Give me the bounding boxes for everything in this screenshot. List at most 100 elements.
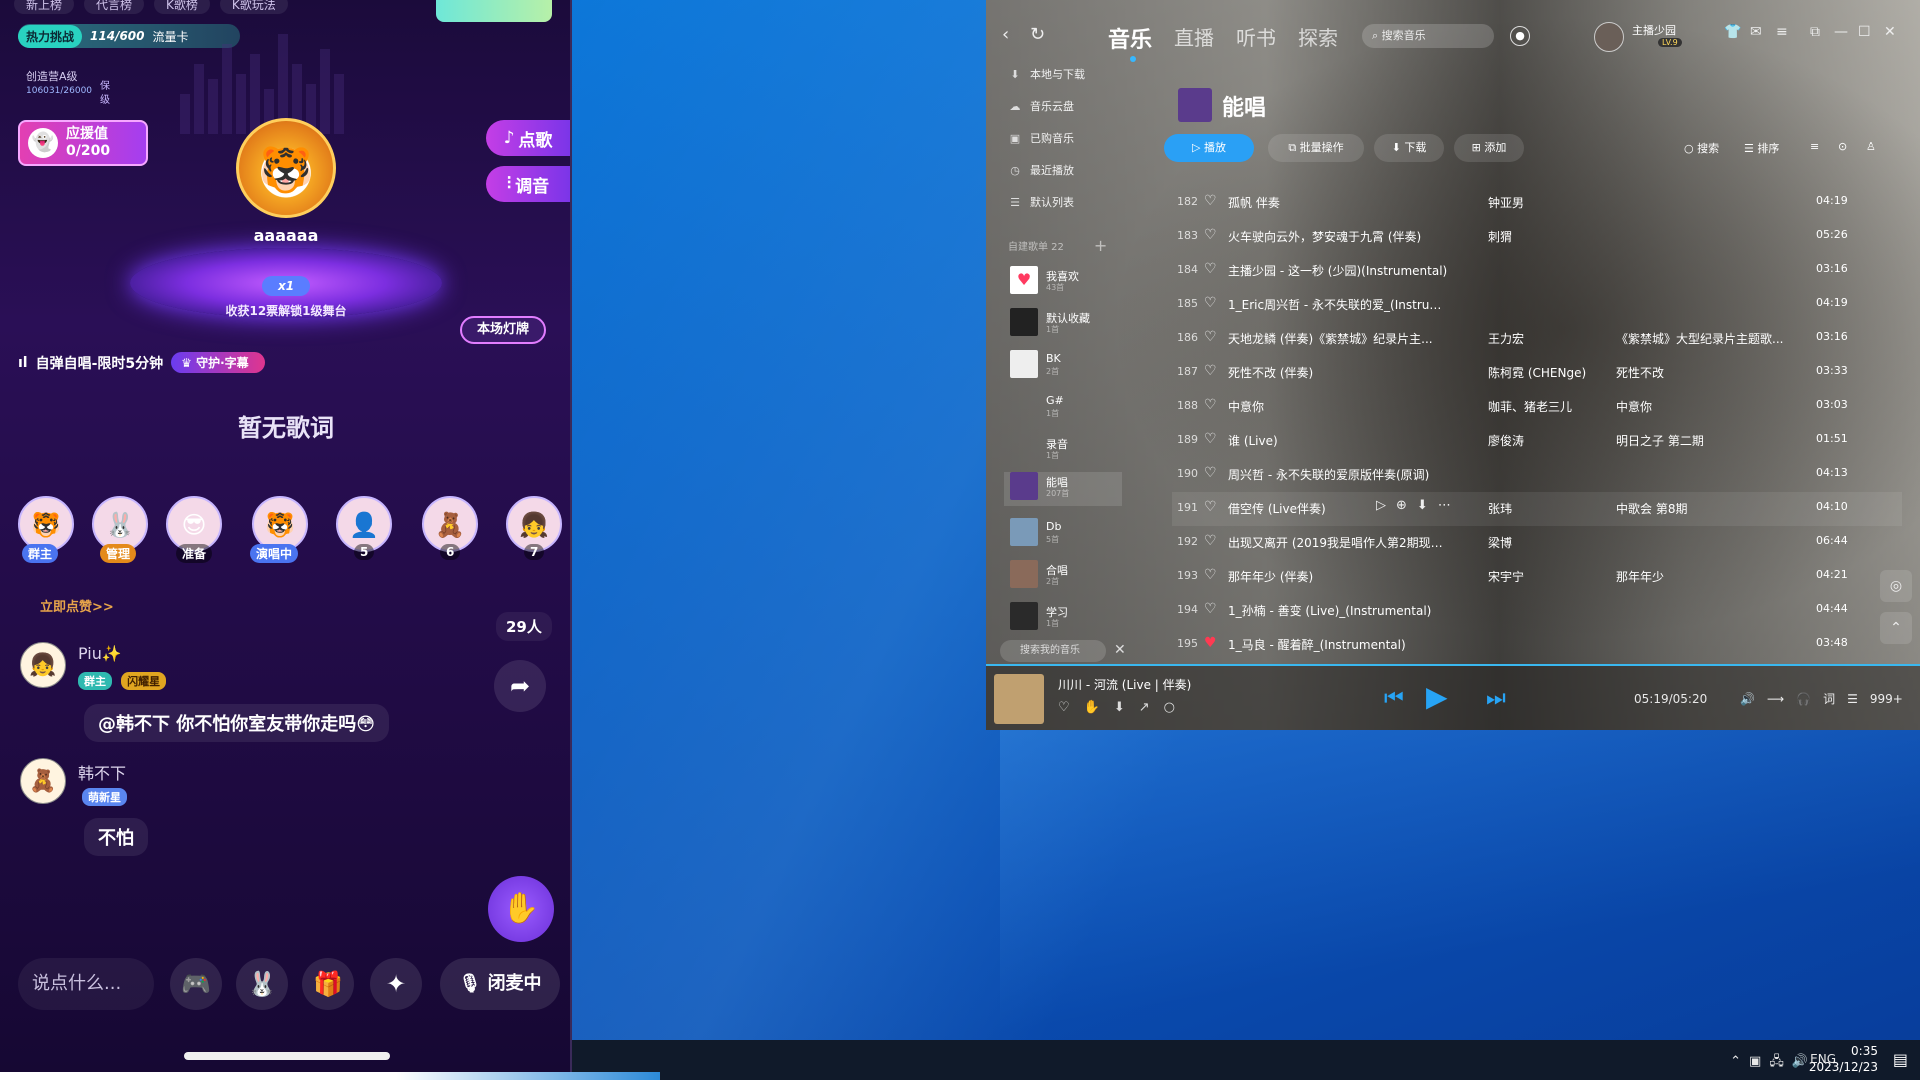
heart-icon[interactable]: ♥ bbox=[1204, 635, 1217, 651]
user-icon[interactable]: ♙ bbox=[1866, 140, 1876, 153]
playlist-item[interactable]: 学习 1首 bbox=[1010, 602, 1120, 636]
heart-icon[interactable]: ♡ bbox=[1204, 465, 1217, 481]
playlist-item[interactable]: ♥ 我喜欢 43首 bbox=[1010, 266, 1120, 300]
playlist-item[interactable]: 默认收藏 1首 bbox=[1010, 308, 1120, 342]
share-icon[interactable]: ➦ bbox=[494, 660, 546, 712]
clock[interactable]: 0:35 2023/12/23 bbox=[1809, 1043, 1878, 1075]
heart-icon[interactable]: ♡ bbox=[1204, 227, 1217, 243]
song-artist[interactable]: 廖俊涛 bbox=[1488, 432, 1598, 449]
add-playlist-icon[interactable]: + bbox=[1094, 236, 1107, 255]
support-value-card[interactable]: 👻 应援值 0/200 bbox=[18, 120, 148, 166]
download-button[interactable]: ⬇ 下载 bbox=[1374, 134, 1444, 162]
sidebar-item-purchased[interactable]: ▣ 已购音乐 bbox=[1008, 130, 1074, 146]
close-search-icon[interactable]: ✕ bbox=[1114, 642, 1126, 658]
close-icon[interactable]: ✕ bbox=[1884, 24, 1896, 40]
song-row[interactable]: 188 ♡ 中意你 咖菲、猪老三儿 中意你 03:03 bbox=[1172, 390, 1902, 424]
promo-link[interactable]: 立即点赞>> bbox=[40, 596, 114, 615]
song-album[interactable]: 中歌会 第8期 bbox=[1616, 500, 1786, 517]
notification-icon[interactable]: ▤ bbox=[1893, 1050, 1908, 1069]
song-row-hovered[interactable]: 191 ♡ 借空传 (Live伴奏) ▷⊕⬇⋯ 张玮 中歌会 第8期 04:10 bbox=[1172, 492, 1902, 526]
heart-icon[interactable]: ♡ bbox=[1204, 193, 1217, 209]
like-icon[interactable]: ♡ bbox=[1058, 700, 1084, 715]
song-album[interactable]: 中意你 bbox=[1616, 398, 1786, 415]
tab-live[interactable]: 直播 bbox=[1174, 22, 1214, 51]
song-artist[interactable]: 梁博 bbox=[1488, 534, 1598, 551]
my-music-search-input[interactable]: 搜索我的音乐 bbox=[1000, 640, 1106, 662]
scroll-top-icon[interactable]: ⌃ bbox=[1880, 612, 1912, 644]
song-title[interactable]: 1_马良 - 醒着醉_(Instrumental) bbox=[1228, 636, 1448, 653]
song-title[interactable]: 出现又离开 (2019我是唱作人第2期现场伴... bbox=[1228, 534, 1448, 551]
song-row[interactable]: 194 ♡ 1_孙楠 - 善变 (Live)_(Instrumental) 04:44 bbox=[1172, 594, 1902, 628]
song-album[interactable]: 死性不改 bbox=[1616, 364, 1786, 381]
song-album[interactable]: 《紫禁城》大型纪录片主题歌... bbox=[1616, 330, 1786, 347]
song-artist[interactable]: 钟亚男 bbox=[1488, 194, 1598, 211]
maximize-icon[interactable]: ☐ bbox=[1858, 24, 1871, 40]
refresh-icon[interactable]: ↻ bbox=[1030, 24, 1045, 45]
home-indicator[interactable] bbox=[184, 1052, 390, 1060]
chat-avatar[interactable]: 👧 bbox=[20, 642, 66, 688]
guard-subtitle-badge[interactable]: ♛ 守护·字幕 bbox=[171, 352, 265, 373]
play-icon[interactable]: ▷ bbox=[1376, 498, 1396, 513]
loop-icon[interactable]: ⟶ bbox=[1767, 692, 1796, 706]
song-row[interactable]: 183 ♡ 火车驶向云外，梦安魂于九霄 (伴奏) 刺猬 05:26 bbox=[1172, 220, 1902, 254]
song-row[interactable]: 184 ♡ 主播少园 - 这一秒 (少园)(Instrumental) 03:16 bbox=[1172, 254, 1902, 288]
song-title[interactable]: 那年年少 (伴奏) bbox=[1228, 568, 1448, 585]
headphone-icon[interactable]: 🎧 bbox=[1796, 692, 1823, 706]
mini-mode-icon[interactable]: ⧉ bbox=[1810, 24, 1820, 40]
audience-count[interactable]: 29人 bbox=[496, 612, 552, 641]
song-title[interactable]: 1_孙楠 - 善变 (Live)_(Instrumental) bbox=[1228, 602, 1448, 619]
playlist-item-selected[interactable]: 能唱 207首 bbox=[1004, 472, 1122, 506]
next-icon[interactable]: ⏭ bbox=[1486, 686, 1506, 711]
song-title[interactable]: 火车驶向云外，梦安魂于九霄 (伴奏) bbox=[1228, 228, 1448, 245]
user-avatar[interactable] bbox=[1594, 22, 1624, 52]
tab-explore[interactable]: 探索 bbox=[1298, 22, 1338, 51]
mic-off-button[interactable]: 🎙 闭麦中 bbox=[440, 958, 560, 1010]
song-title[interactable]: 1_Eric周兴哲 - 永不失联的爱_(Instrument... bbox=[1228, 296, 1448, 313]
back-icon[interactable]: ‹ bbox=[1002, 24, 1009, 45]
user-name[interactable]: 主播少园 bbox=[1632, 22, 1676, 38]
song-title[interactable]: 主播少园 - 这一秒 (少园)(Instrumental) bbox=[1228, 262, 1448, 279]
playlist-item[interactable]: G# 1首 bbox=[1010, 392, 1120, 426]
rank-info[interactable]: 创造营A级 106031/26000 保级 bbox=[26, 70, 110, 106]
heart-icon[interactable]: ♡ bbox=[1204, 397, 1217, 413]
tab-audiobook[interactable]: 听书 bbox=[1236, 22, 1276, 51]
network-icon[interactable]: 🖧 bbox=[1769, 1054, 1792, 1069]
heart-icon[interactable]: ♡ bbox=[1204, 295, 1217, 311]
app-tray-icon[interactable]: ▣ bbox=[1749, 1054, 1769, 1069]
heart-icon[interactable]: ♡ bbox=[1204, 499, 1217, 515]
song-row[interactable]: 192 ♡ 出现又离开 (2019我是唱作人第2期现场伴... 梁博 06:44 bbox=[1172, 526, 1902, 560]
song-row[interactable]: 185 ♡ 1_Eric周兴哲 - 永不失联的爱_(Instrument... 04:… bbox=[1172, 288, 1902, 322]
skin-icon[interactable]: 👕 bbox=[1724, 24, 1741, 40]
playlist-item[interactable]: Db 5首 bbox=[1010, 518, 1120, 552]
song-title[interactable]: 周兴哲 - 永不失联的爱原版伴奏(原调) bbox=[1228, 466, 1448, 483]
heart-icon[interactable]: ♡ bbox=[1204, 261, 1217, 277]
voice-search-icon[interactable]: ● bbox=[1510, 26, 1530, 46]
song-row[interactable]: 187 ♡ 死性不改 (伴奏) 陈柯霓 (CHENge) 死性不改 03:33 bbox=[1172, 356, 1902, 390]
heart-icon[interactable]: ♡ bbox=[1204, 431, 1217, 447]
list-view-icon[interactable]: ≡ bbox=[1810, 140, 1819, 153]
song-artist[interactable]: 宋宇宁 bbox=[1488, 568, 1598, 585]
song-artist[interactable]: 咖菲、猪老三儿 bbox=[1488, 398, 1598, 415]
now-playing-cover[interactable] bbox=[994, 674, 1044, 724]
menu-icon[interactable]: ≡ bbox=[1776, 24, 1788, 40]
host-avatar[interactable]: 🐯 bbox=[236, 118, 336, 218]
heart-icon[interactable]: ♡ bbox=[1204, 363, 1217, 379]
playlist-item[interactable]: 合唱 2首 bbox=[1010, 560, 1120, 594]
add-button[interactable]: ⊞ 添加 bbox=[1454, 134, 1524, 162]
sidebar-item-local[interactable]: ⬇ 本地与下载 bbox=[1008, 66, 1085, 82]
chat-username[interactable]: 韩不下 bbox=[78, 760, 126, 784]
heart-icon[interactable]: ♡ bbox=[1204, 567, 1217, 583]
order-song-button[interactable]: ♪ 点歌 bbox=[486, 120, 570, 156]
sidebar-item-recent[interactable]: ◷ 最近播放 bbox=[1008, 162, 1074, 178]
bunny-sticker-icon[interactable]: 🐰 bbox=[236, 958, 288, 1010]
heart-icon[interactable]: ♡ bbox=[1204, 601, 1217, 617]
tab-new-list[interactable]: 新上榜 bbox=[14, 0, 75, 14]
batch-button[interactable]: ⧉ 批量操作 bbox=[1268, 134, 1364, 162]
song-row[interactable]: 195 ♥ 1_马良 - 醒着醉_(Instrumental) 03:48 bbox=[1172, 628, 1902, 662]
sort-button[interactable]: ☰ 排序 bbox=[1744, 140, 1779, 156]
song-title[interactable]: 谁 (Live) bbox=[1228, 432, 1448, 449]
gift-icon[interactable]: 🎁 bbox=[302, 958, 354, 1010]
gamepad-icon[interactable]: 🎮 bbox=[170, 958, 222, 1010]
lyrics-toggle[interactable]: 词 bbox=[1823, 692, 1847, 706]
chevron-up-icon[interactable]: ⌃ bbox=[1730, 1054, 1749, 1069]
